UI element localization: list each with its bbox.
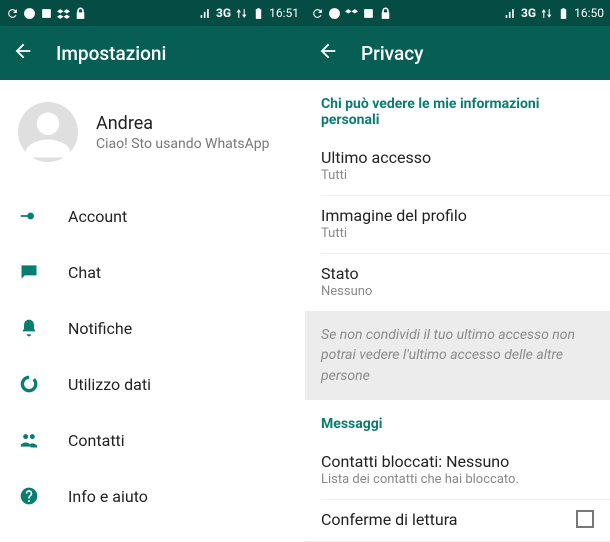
avatar [18, 102, 78, 162]
setting-title: Conferme di lettura [321, 510, 458, 529]
status-bar: 3G 16:50 [305, 0, 610, 26]
menu-label: Info e aiuto [68, 487, 148, 506]
setting-value: Tutti [321, 168, 594, 183]
lock-icon [74, 7, 87, 20]
menu-item-notifications[interactable]: Notifiche [0, 300, 305, 356]
page-title: Privacy [361, 42, 423, 65]
bell-icon [19, 318, 39, 338]
menu-label: Notifiche [68, 319, 132, 338]
setting-value: Tutti [321, 226, 594, 241]
privacy-pane: 3G 16:50 Privacy Chi può vedere le mie i… [305, 0, 610, 542]
menu-label: Contatti [68, 431, 125, 450]
setting-title: Stato [321, 264, 594, 283]
dropbox-icon [57, 7, 70, 20]
section-header-personal: Chi può vedere le mie informazioni perso… [305, 80, 610, 138]
menu-item-data-usage[interactable]: Utilizzo dati [0, 356, 305, 412]
setting-title: Contatti bloccati: Nessuno [321, 452, 594, 471]
data-icon [235, 7, 248, 20]
checkbox[interactable] [576, 510, 594, 528]
profile-name: Andrea [96, 113, 269, 134]
signal-icon [199, 7, 212, 20]
clock: 16:51 [269, 6, 299, 20]
back-button[interactable] [317, 40, 339, 66]
setting-sub: Lista dei contatti che hai bloccato. [321, 472, 594, 487]
refresh-icon [6, 7, 19, 20]
signal-icon [504, 7, 517, 20]
data-usage-icon [19, 374, 39, 394]
arrow-left-icon [12, 40, 34, 62]
menu-label: Utilizzo dati [68, 375, 151, 394]
menu-item-contacts[interactable]: Contatti [0, 412, 305, 468]
image-icon [40, 7, 53, 20]
battery-icon [252, 7, 265, 20]
telegram-icon [328, 7, 341, 20]
setting-title: Immagine del profilo [321, 206, 594, 225]
profile-status: Ciao! Sto usando WhatsApp [96, 136, 269, 152]
arrow-left-icon [317, 40, 339, 62]
battery-icon [557, 7, 570, 20]
telegram-icon [23, 7, 36, 20]
clock: 16:50 [574, 6, 604, 20]
contacts-icon [19, 430, 39, 450]
image-icon [362, 7, 375, 20]
network-label: 3G [521, 6, 536, 20]
person-icon [21, 108, 75, 162]
setting-profile-photo[interactable]: Immagine del profilo Tutti [305, 196, 610, 253]
settings-pane: 3G 16:51 Impostazioni Andrea Ciao! Sto u… [0, 0, 305, 542]
app-bar: Impostazioni [0, 26, 305, 80]
settings-menu: Account Chat Notifiche Utilizzo dati Con… [0, 188, 305, 524]
setting-status[interactable]: Stato Nessuno [305, 254, 610, 311]
dropbox-icon [345, 7, 358, 20]
help-icon [19, 486, 39, 506]
key-icon [19, 206, 39, 226]
app-bar: Privacy [305, 26, 610, 80]
profile-row[interactable]: Andrea Ciao! Sto usando WhatsApp [0, 80, 305, 188]
last-seen-info: Se non condividi il tuo ultimo accesso n… [305, 311, 610, 400]
back-button[interactable] [12, 40, 34, 66]
setting-last-seen[interactable]: Ultimo accesso Tutti [305, 138, 610, 195]
menu-item-chat[interactable]: Chat [0, 244, 305, 300]
menu-label: Account [68, 207, 127, 226]
data-icon [540, 7, 553, 20]
section-header-messages: Messaggi [305, 400, 610, 442]
refresh-icon [311, 7, 324, 20]
network-label: 3G [216, 6, 231, 20]
menu-label: Chat [68, 263, 101, 282]
chat-icon [19, 262, 39, 282]
menu-item-info[interactable]: Info e aiuto [0, 468, 305, 524]
setting-title: Ultimo accesso [321, 148, 594, 167]
status-bar: 3G 16:51 [0, 0, 305, 26]
setting-blocked-contacts[interactable]: Contatti bloccati: Nessuno Lista dei con… [305, 442, 610, 499]
page-title: Impostazioni [56, 42, 166, 65]
setting-read-receipts[interactable]: Conferme di lettura [305, 500, 610, 541]
menu-item-account[interactable]: Account [0, 188, 305, 244]
lock-icon [379, 7, 392, 20]
setting-value: Nessuno [321, 284, 594, 299]
